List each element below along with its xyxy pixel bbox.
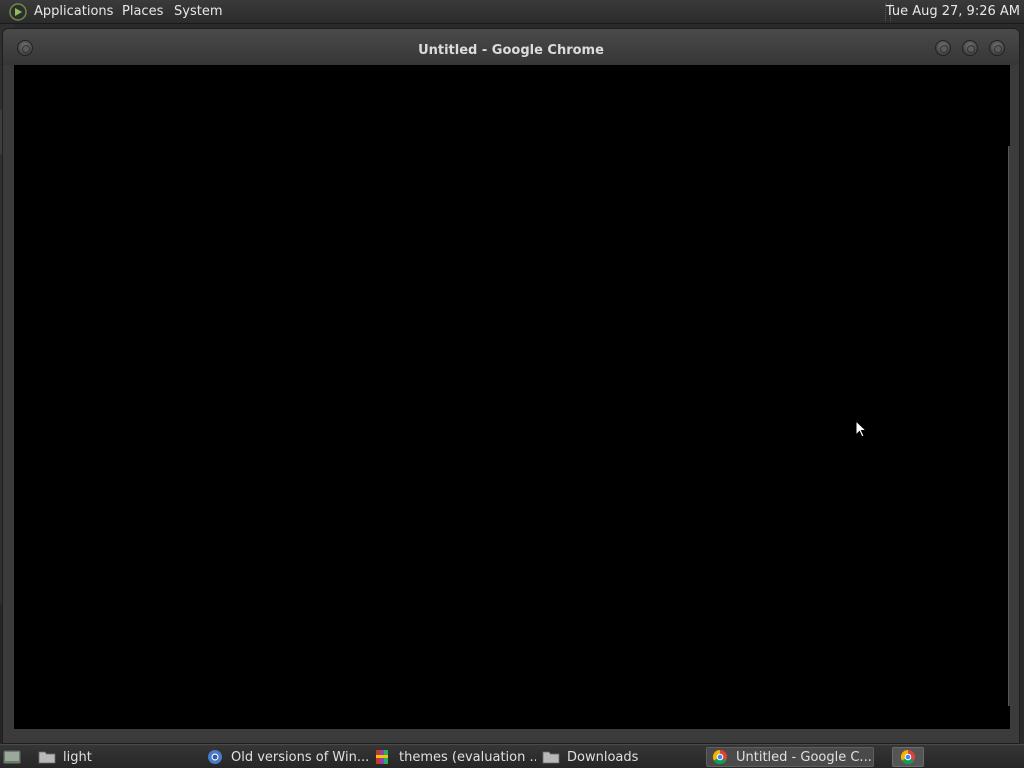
task-light[interactable]: light	[34, 747, 200, 767]
close-button[interactable]	[989, 40, 1005, 56]
task-label: Untitled - Google C...	[736, 749, 872, 765]
task-label: Old versions of Win...	[231, 749, 368, 765]
show-desktop-icon[interactable]	[2, 748, 22, 766]
task-old-versions[interactable]: Old versions of Win...	[202, 747, 368, 767]
task-themes[interactable]: themes (evaluation ...	[370, 747, 536, 767]
window-title: Untitled - Google Chrome	[418, 43, 604, 58]
bottom-taskbar: light Old versions of Win... themes (eva…	[0, 744, 1024, 768]
chrome-window: Untitled - Google Chrome	[2, 28, 1020, 744]
mouse-cursor-icon	[855, 420, 867, 438]
background-scrollbar	[1008, 146, 1017, 706]
applications-logo-icon[interactable]	[9, 3, 27, 21]
chrome-icon	[712, 749, 727, 765]
minimize-button[interactable]	[935, 40, 951, 56]
folder-icon	[542, 751, 560, 764]
menu-applications[interactable]: Applications	[34, 0, 113, 24]
window-titlebar[interactable]: Untitled - Google Chrome	[3, 29, 1019, 65]
task-label: light	[63, 749, 92, 765]
task-label: themes (evaluation ...	[399, 749, 536, 765]
task-untitled-chrome[interactable]: Untitled - Google C...	[706, 747, 874, 767]
tray-chrome-button[interactable]	[892, 747, 924, 767]
menu-system[interactable]: System	[174, 0, 222, 24]
menu-places[interactable]: Places	[122, 0, 163, 24]
top-panel: Applications Places System Tue Aug 27, 9…	[0, 0, 1024, 24]
archive-icon	[376, 750, 388, 764]
chrome-icon	[900, 749, 915, 765]
maximize-button[interactable]	[962, 40, 978, 56]
chrome-icon	[208, 750, 222, 764]
folder-icon	[38, 751, 56, 764]
task-downloads[interactable]: Downloads	[538, 747, 704, 767]
browser-content-area[interactable]	[14, 65, 1010, 729]
clock[interactable]: Tue Aug 27, 9:26 AM	[886, 0, 1020, 24]
task-label: Downloads	[567, 749, 639, 765]
